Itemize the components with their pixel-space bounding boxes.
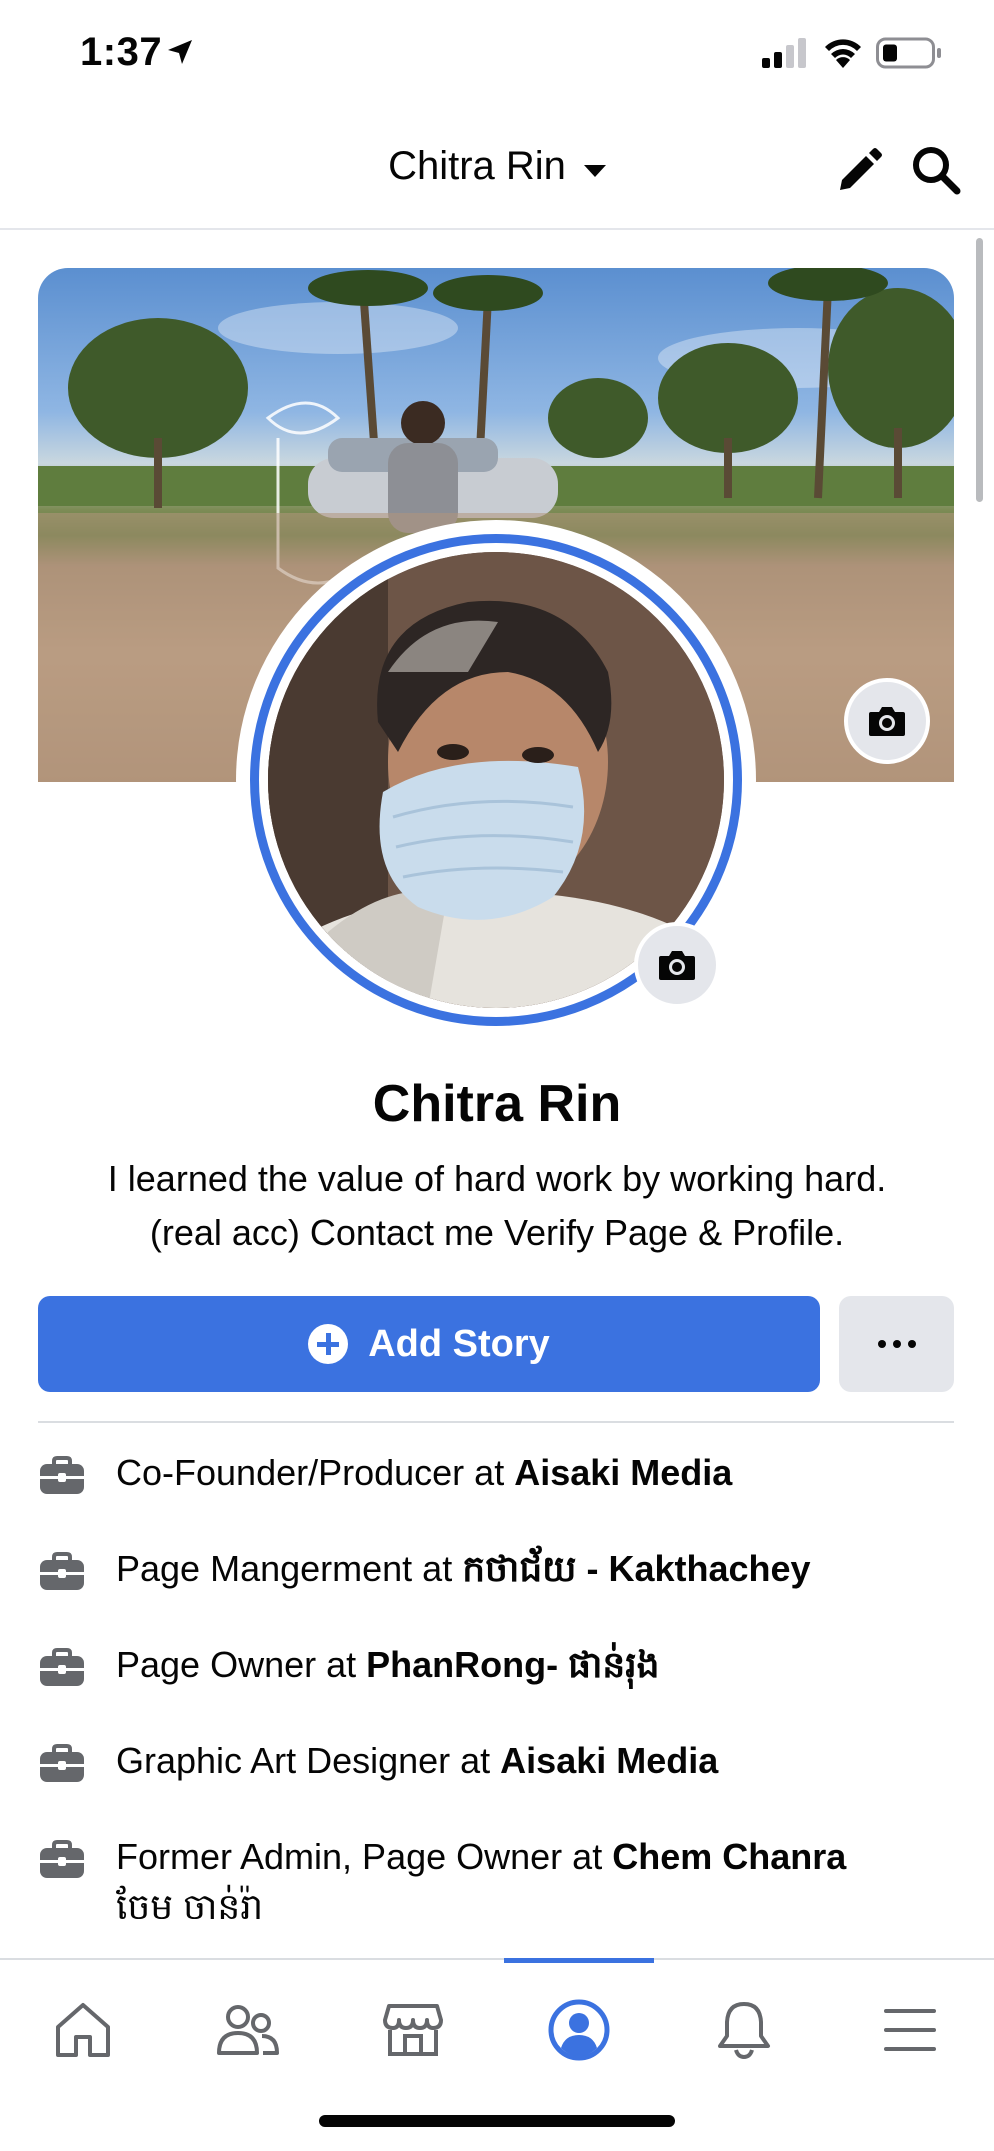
- briefcase-icon: [40, 1552, 84, 1590]
- work-item[interactable]: Page Mangerment at កថាជ័យ - Kakthachey: [38, 1544, 954, 1594]
- work-org[interactable]: Aisaki Media: [500, 1740, 718, 1781]
- tab-menu[interactable]: [845, 1980, 975, 2080]
- scrollbar[interactable]: [976, 238, 983, 502]
- tab-home[interactable]: [18, 1980, 148, 2080]
- search-icon[interactable]: [910, 144, 962, 196]
- work-list: Co-Founder/Producer at Aisaki Media Page…: [38, 1448, 954, 1978]
- home-icon: [56, 2003, 110, 2057]
- tab-marketplace[interactable]: [348, 1980, 478, 2080]
- work-role: Co-Founder/Producer at: [116, 1452, 515, 1493]
- tab-profile[interactable]: [514, 1980, 644, 2080]
- bio-line: (real acc) Contact me Verify Page & Prof…: [149, 1212, 845, 1253]
- wifi-icon: [825, 39, 861, 68]
- work-role: Page Owner at: [116, 1644, 367, 1685]
- menu-icon: [884, 2009, 936, 2051]
- work-item[interactable]: Graphic Art Designer at Aisaki Media: [38, 1736, 954, 1786]
- more-dot: [907, 1340, 916, 1348]
- work-role: Former Admin, Page Owner at: [116, 1836, 613, 1877]
- edit-pencil-icon[interactable]: [834, 146, 884, 196]
- more-options-button[interactable]: [839, 1296, 954, 1392]
- caret-down-icon: [583, 164, 606, 177]
- work-item[interactable]: Page Owner at PhanRong- ផាន់រុង: [38, 1640, 954, 1690]
- divider: [38, 1421, 954, 1423]
- briefcase-icon: [40, 1456, 84, 1494]
- work-text: Graphic Art Designer at Aisaki Media: [116, 1736, 718, 1786]
- camera-icon: [869, 707, 905, 736]
- work-org[interactable]: Chem Chanra: [612, 1836, 846, 1877]
- camera-icon: [659, 951, 695, 980]
- add-story-button[interactable]: Add Story: [38, 1296, 820, 1392]
- header-title: Chitra Rin: [388, 144, 566, 188]
- profile-header: Chitra Rin: [0, 110, 994, 230]
- status-time: 1:37: [80, 30, 163, 74]
- work-text: Co-Founder/Producer at Aisaki Media: [116, 1448, 732, 1498]
- bio-line: I learned the value of hard work by work…: [107, 1158, 887, 1199]
- profile-bio[interactable]: I learned the value of hard work by work…: [30, 1152, 964, 1260]
- work-text: Former Admin, Page Owner at Chem Chanra ច…: [116, 1832, 846, 1932]
- friends-icon: [217, 2005, 279, 2055]
- add-story-label: Add Story: [368, 1322, 550, 1365]
- battery-icon: [876, 37, 941, 69]
- status-bar: 1:37: [0, 0, 994, 110]
- work-role: Page Mangerment at: [116, 1548, 463, 1589]
- work-org[interactable]: Aisaki Media: [514, 1452, 732, 1493]
- briefcase-icon: [40, 1648, 84, 1686]
- home-indicator[interactable]: [319, 2115, 675, 2127]
- work-org-line2[interactable]: ចែម ចាន់រ៉ា: [116, 1886, 263, 1927]
- profile-name: Chitra Rin: [372, 1075, 622, 1133]
- more-dot: [877, 1340, 886, 1348]
- cover-camera-button[interactable]: [844, 678, 930, 764]
- profile-icon: [548, 1999, 610, 2061]
- marketplace-icon: [383, 2004, 443, 2056]
- briefcase-icon: [40, 1744, 84, 1782]
- bell-icon: [718, 2002, 770, 2060]
- profile-picture-camera-button[interactable]: [634, 922, 720, 1008]
- work-text: Page Mangerment at កថាជ័យ - Kakthachey: [116, 1544, 811, 1594]
- briefcase-icon: [40, 1840, 84, 1878]
- work-role: Graphic Art Designer at: [116, 1740, 501, 1781]
- cellular-signal-icon: [762, 38, 806, 68]
- tab-friends[interactable]: [183, 1980, 313, 2080]
- work-item[interactable]: Co-Founder/Producer at Aisaki Media: [38, 1448, 954, 1498]
- active-tab-indicator: [504, 1958, 654, 1963]
- more-dot: [892, 1340, 901, 1348]
- tab-notifications[interactable]: [679, 1980, 809, 2080]
- work-org[interactable]: PhanRong- ផាន់រុង: [366, 1644, 659, 1685]
- plus-circle-icon: [308, 1324, 349, 1364]
- work-text: Page Owner at PhanRong- ផាន់រុង: [116, 1640, 660, 1690]
- work-item[interactable]: Former Admin, Page Owner at Chem Chanra ច…: [38, 1832, 954, 1932]
- location-arrow-icon: [168, 40, 192, 64]
- work-org[interactable]: កថាជ័យ - Kakthachey: [462, 1548, 810, 1589]
